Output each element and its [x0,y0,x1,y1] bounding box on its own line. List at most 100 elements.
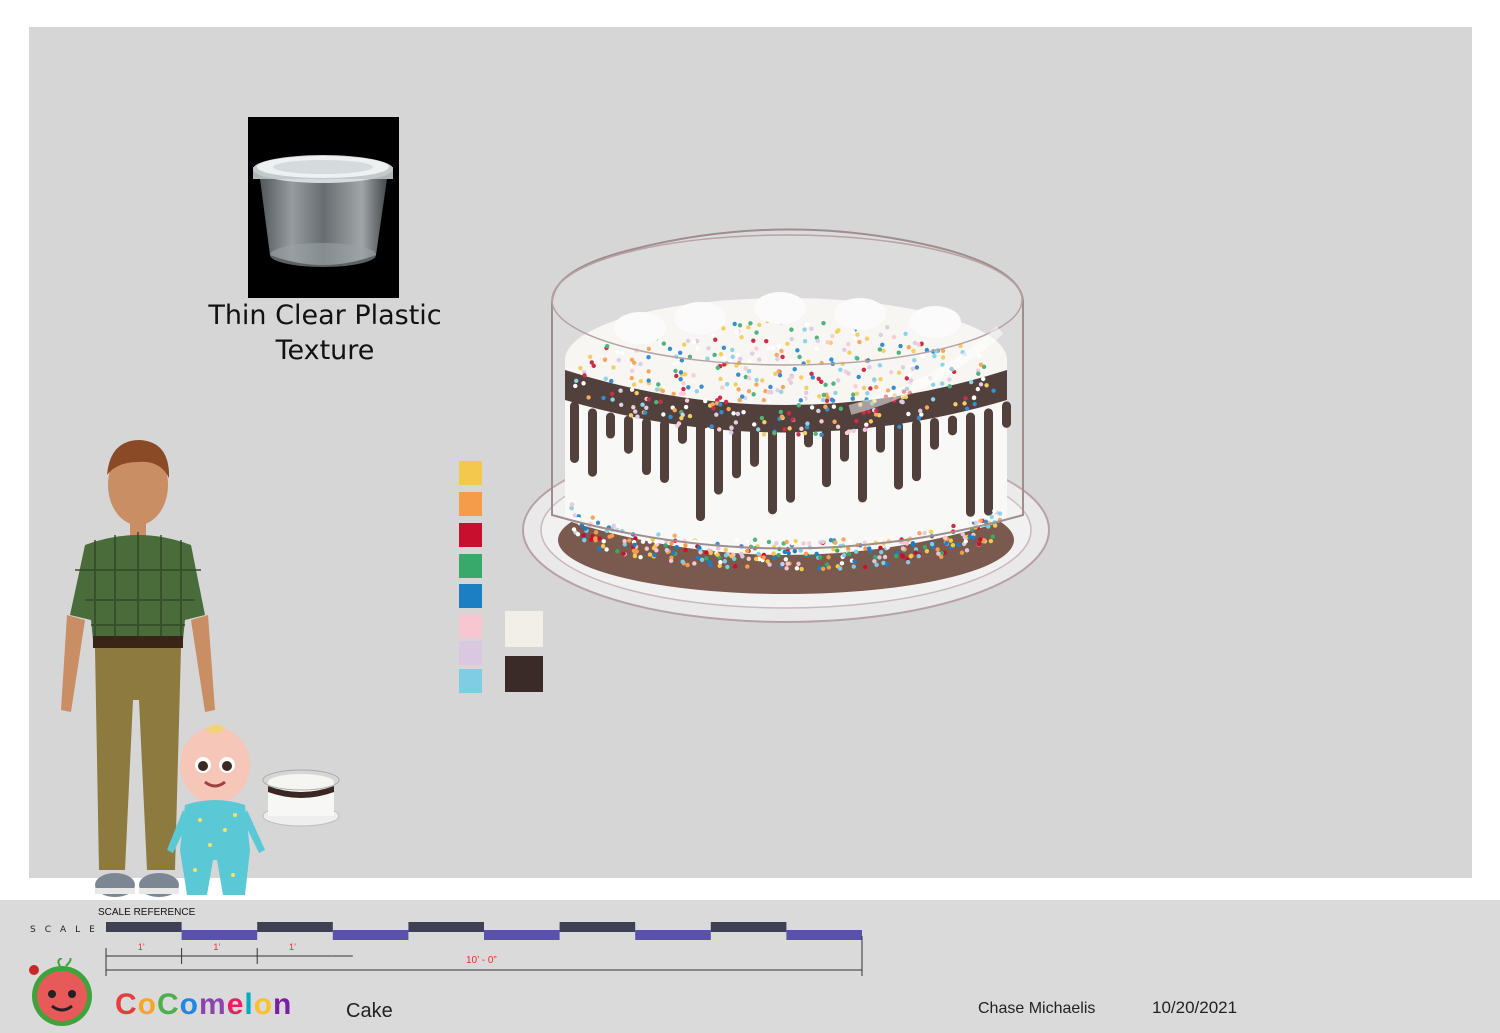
sprinkle [967,534,972,539]
sprinkle [772,555,777,561]
scale-total-label: 10’ - 0” [466,955,497,966]
scale-segment [106,922,182,932]
sprinkle [817,566,822,571]
sprinkle [900,554,906,559]
sprinkle [872,554,878,560]
sprinkle [824,562,830,567]
sprinkle [704,550,709,555]
color-swatch-chocolate [505,656,543,692]
reference-label-line2: Texture [275,335,375,366]
sprinkle [644,546,649,551]
sprinkle [776,553,781,558]
sprinkle [976,542,982,547]
sprinkle [922,544,928,550]
color-swatch-lavender [459,641,482,665]
item-name: Cake [346,1000,393,1022]
sprinkle [708,562,713,568]
sprinkle [668,558,674,563]
sprinkle [669,541,674,546]
sprinkle [632,553,638,559]
sprinkle [783,557,789,562]
scale-segment [332,930,409,940]
reference-label-line1: Thin Clear Plastic [208,300,442,331]
sprinkle [963,539,968,544]
sprinkle [683,547,688,553]
sprinkle [699,557,705,563]
sprinkle [575,531,581,537]
sprinkle [964,548,970,553]
sprinkle [771,551,776,556]
sprinkle [593,530,599,535]
sprinkle [722,559,728,564]
sprinkle [697,545,702,550]
sprinkle [939,554,944,559]
color-swatch-pink [459,614,482,638]
sprinkle [910,540,916,546]
sprinkle [988,538,994,544]
sprinkle [942,535,948,541]
scale-segment [181,930,258,940]
brand-letter: C [115,988,138,1021]
sprinkle [725,564,730,570]
sprinkle [600,543,606,549]
sprinkle [652,552,657,558]
sprinkle [785,561,790,566]
sprinkle [905,559,911,565]
sprinkle [745,564,750,569]
sprinkle [862,564,868,570]
sprinkle [841,553,847,558]
scale-segment [408,922,484,932]
sprinkle [879,549,884,555]
scale-segment [786,930,862,940]
sprinkle [597,536,602,541]
sprinkle [851,564,856,569]
sprinkle [894,553,899,559]
sprinkle [863,546,868,551]
sprinkle [948,538,954,543]
sprinkle [729,553,734,559]
cake-illustration [520,210,1065,635]
scale-segment [559,922,636,932]
sprinkle [908,554,913,559]
sprinkle [837,566,843,571]
sprinkle [814,551,819,557]
color-swatch-green [459,554,482,578]
sprinkle [846,551,852,557]
sprinkle [601,539,606,544]
sprinkle [796,561,801,566]
sprinkle [978,537,983,542]
brand-wordmark: CoComelon [115,988,292,1022]
cake-scale-thumbnail [262,768,340,828]
sprinkle [956,542,961,548]
brand-letter: n [273,988,293,1021]
scale-unit-label: 1’ [289,942,296,952]
sprinkle [632,542,637,548]
sprinkle [588,537,594,542]
sprinkle [756,551,761,557]
reference-label: Thin Clear Plastic Texture [180,298,470,368]
color-swatch-blue [459,584,482,608]
sprinkle [900,546,906,551]
sprinkle [685,562,690,568]
sprinkle [683,543,688,548]
sprinkle [604,547,609,552]
sprinkle [680,559,685,564]
sprinkle [663,543,668,548]
sprinkle [692,561,697,566]
sprinkle [817,555,823,560]
scale-unit-label: 1’ [138,942,145,952]
artist-name: Chase Michaelis [978,1000,1096,1017]
sprinkle [784,566,789,571]
sprinkle [622,538,627,544]
sprinkle [929,541,935,547]
scale-segment [710,922,787,932]
date: 10/20/2021 [1152,998,1238,1017]
brand-letter: o [137,988,157,1021]
sprinkle [739,551,744,556]
color-swatch-red [459,523,482,547]
sprinkle [723,553,729,558]
brand-letter: o [253,988,274,1021]
sprinkle [935,547,940,552]
brand-letter: C [157,988,180,1021]
sprinkle [960,531,965,537]
